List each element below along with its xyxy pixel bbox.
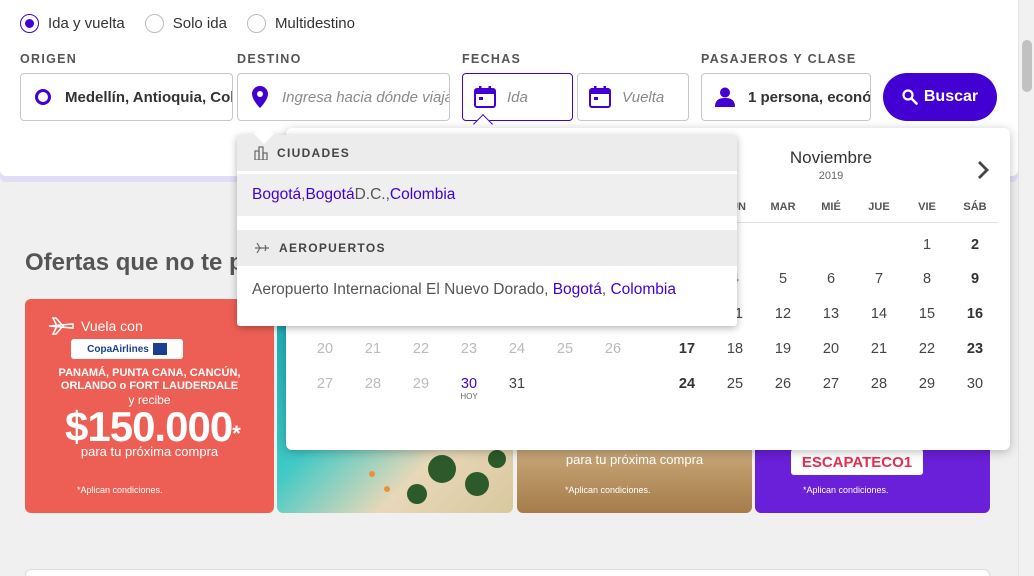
calendar-day[interactable]: 29 [401,376,441,392]
passengers-field[interactable]: 1 persona, económica [701,73,871,121]
airports-header: AEROPUERTOS [237,230,737,266]
return-date-field[interactable]: Vuelta [577,73,689,121]
trip-type-options: Ida y vuelta Solo ida Multidestino [20,14,355,33]
trip-type-roundtrip[interactable]: Ida y vuelta [20,14,125,33]
search-icon [902,89,918,105]
plane-icon [48,317,74,335]
calendar-day[interactable]: 28 [859,376,899,392]
month-name: Noviembre [789,148,873,167]
destination-field[interactable]: Ingresa hacia dónde viajas [237,73,450,121]
vuela-con: Vuela con [47,317,143,335]
trip-type-oneway[interactable]: Solo ida [144,14,227,33]
radio-icon[interactable] [246,14,266,33]
radio-selected-icon[interactable] [20,14,39,33]
promo4-conditions: *Aplican condiciones. [803,485,889,495]
search-button[interactable]: Buscar [883,73,997,121]
suggestion-city-bogota[interactable]: Bogotá, Bogotá D.C., Colombia [237,174,737,216]
origin-label: ORIGEN [20,52,78,66]
calendar-day[interactable]: 20 [305,341,345,357]
promo3-conditions: *Aplican condiciones. [565,485,651,495]
page-scrollbar[interactable] [1018,0,1034,576]
calendar-day[interactable]: 21 [859,341,899,357]
calendar-day[interactable]: 23 [449,341,489,357]
weekday-mar: MAR [770,201,796,213]
weekday-vie: VIE [918,201,936,213]
calendar-day[interactable]: 1 [907,237,947,253]
passengers-label: PASAJEROS Y CLASE [701,52,857,66]
calendar-day[interactable]: 30 [955,376,995,392]
calendar-day[interactable]: 27 [305,376,345,392]
weekday-jue: JUE [868,201,890,213]
calendar-day[interactable]: 9 [955,271,995,287]
cities-header: CIUDADES [237,135,737,171]
calendar-day[interactable]: 19 [763,341,803,357]
calendar-day[interactable]: 5 [763,271,803,287]
promo3-next-purchase: para tu próxima compra [565,452,704,467]
origin-field[interactable]: Medellín, Antioquia, Colombia [20,73,233,121]
promo-code: ESCAPATECO1 [791,449,923,475]
calendar-day[interactable]: 24 [667,376,707,392]
calendar-day[interactable]: 23 [955,341,995,357]
origin-value: Medellín, Antioquia, Colombia [65,88,232,106]
calendar-day[interactable]: 25 [715,376,755,392]
today-label: HOY [460,392,478,401]
promo-destinations: PANAMÁ, PUNTA CANA, CANCÚN, ORLANDO o FO… [58,367,241,392]
bottom-section-card [25,569,990,576]
copa-airlines-logo: CopaAirlines [71,339,183,359]
radio-icon[interactable] [144,14,164,33]
airplane-icon [255,242,269,254]
passengers-value: 1 persona, económica [748,88,870,106]
calendar-day[interactable]: 6 [811,271,851,287]
return-date-input[interactable]: Vuelta [622,89,664,106]
chevron-right-icon [978,161,989,179]
departure-date-field[interactable]: Ida [462,73,573,121]
location-pin-icon [238,86,282,108]
calendar-day[interactable]: 22 [907,341,947,357]
month-year: 2019 [818,170,844,182]
calendar-day[interactable]: 13 [811,306,851,322]
promo-conditions: *Aplican condiciones. [77,485,163,495]
calendar-day[interactable]: 22 [401,341,441,357]
destination-suggestions: CIUDADES Bogotá, Bogotá D.C., Colombia A… [237,135,737,326]
weekday-mie: MIÉ [821,201,841,213]
origin-circle-icon [21,88,65,106]
scrollbar-thumb[interactable] [1022,40,1032,92]
promo-next-purchase: para tu próxima compra [80,444,219,459]
calendar-day[interactable]: 18 [715,341,755,357]
calendar-day[interactable]: 28 [353,376,393,392]
calendar-day[interactable]: 20 [811,341,851,357]
suggestion-airport-eldorado[interactable]: Aeropuerto Internacional El Nuevo Dorado… [237,269,737,311]
person-icon [702,87,748,107]
calendar-day[interactable]: 26 [763,376,803,392]
calendar-day[interactable]: 8 [907,271,947,287]
calendar-day[interactable]: 25 [545,341,585,357]
calendar-month-header: Noviembre 2019 [748,148,914,182]
next-month-button[interactable] [975,160,991,185]
calendar-day[interactable]: 16 [955,306,995,322]
destination-input[interactable]: Ingresa hacia dónde viajas [282,89,449,106]
calendar-day[interactable]: 2 [955,237,995,253]
calendar-day[interactable]: 14 [859,306,899,322]
weekday-sab: SÁB [963,201,987,213]
dates-label: FECHAS [462,52,522,66]
departure-date-input[interactable]: Ida [507,89,528,106]
destination-label: DESTINO [237,52,302,66]
calendar-day[interactable]: 17 [667,341,707,357]
calendar-day[interactable]: 12 [763,306,803,322]
trip-type-multidestination[interactable]: Multidestino [246,14,355,33]
calendar-day[interactable]: 7 [859,271,899,287]
calendar-icon [463,86,507,108]
calendar-icon [578,86,622,108]
calendar-day[interactable]: 24 [497,341,537,357]
city-buildings-icon [254,146,268,160]
calendar-day[interactable]: 26 [593,341,633,357]
calendar-day[interactable]: 27 [811,376,851,392]
calendar-day[interactable]: 31 [497,376,537,392]
calendar-day-today[interactable]: 30 [449,376,489,392]
calendar-day[interactable]: 21 [353,341,393,357]
calendar-day[interactable]: 29 [907,376,947,392]
promo-card-copa[interactable]: Vuela con CopaAirlines PANAMÁ, PUNTA CAN… [25,299,274,513]
calendar-day[interactable]: 15 [907,306,947,322]
